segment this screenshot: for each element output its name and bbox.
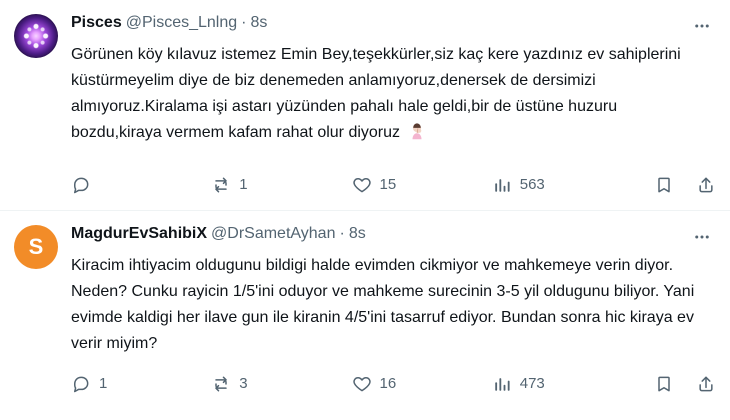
retweet-count: 3	[239, 375, 248, 392]
avatar[interactable]: S	[14, 225, 58, 269]
like-button[interactable]: 15	[352, 175, 424, 195]
user-handle[interactable]: @Pisces_Lnlng	[126, 12, 237, 34]
bookmark-button[interactable]	[654, 374, 674, 394]
view-count: 563	[519, 176, 545, 193]
separator-dot: ·	[241, 14, 247, 31]
heart-icon	[352, 374, 372, 394]
tweet-text: Kiracim ihtiyacim oldugunu bildigi halde…	[71, 257, 695, 352]
person-facepalming-emoji	[408, 122, 426, 140]
user-handle[interactable]: @DrSametAyhan	[211, 223, 335, 245]
more-icon	[695, 24, 709, 28]
bookmark-icon	[654, 175, 674, 195]
like-count: 15	[379, 176, 397, 193]
avatar-initial: S	[28, 234, 44, 259]
like-count: 16	[379, 375, 397, 392]
share-icon	[696, 374, 716, 394]
views-button[interactable]: 563	[492, 175, 586, 195]
reply-button[interactable]	[71, 175, 143, 195]
views-icon	[492, 374, 512, 394]
like-button[interactable]: 16	[352, 374, 424, 394]
views-button[interactable]: 473	[492, 374, 586, 394]
tweet-content: MagdurEvSahibiX @DrSametAyhan · 8s Kirac…	[71, 223, 696, 357]
reply-icon	[71, 175, 91, 195]
more-options-button[interactable]	[690, 16, 714, 36]
more-icon	[695, 235, 709, 239]
display-name[interactable]: MagdurEvSahibiX	[71, 223, 207, 245]
retweet-button[interactable]: 3	[211, 374, 283, 394]
retweet-icon	[211, 374, 231, 394]
tweet-text: Görünen köy kılavuz istemez Emin Bey,teş…	[71, 46, 681, 141]
tweet-body: Kiracim ihtiyacim oldugunu bildigi halde…	[71, 253, 696, 357]
reply-icon	[71, 374, 91, 394]
tweet-body: Görünen köy kılavuz istemez Emin Bey,teş…	[71, 42, 696, 146]
view-count: 473	[519, 375, 545, 392]
display-name[interactable]: Pisces	[71, 12, 122, 34]
avatar[interactable]	[14, 14, 58, 58]
timestamp[interactable]: 8s	[349, 223, 366, 245]
heart-icon	[352, 175, 372, 195]
timeline-feed: Pisces @Pisces_Lnlng · 8s Görünen köy kı…	[0, 0, 730, 420]
reply-button[interactable]: 1	[71, 374, 143, 394]
retweet-count: 1	[239, 176, 248, 193]
separator-dot: ·	[339, 225, 345, 242]
retweet-button[interactable]: 1	[211, 175, 283, 195]
tweet-utility-actions	[654, 175, 716, 195]
tweet-utility-actions	[654, 374, 716, 394]
tweet-content: Pisces @Pisces_Lnlng · 8s Görünen köy kı…	[71, 12, 696, 146]
more-options-button[interactable]	[690, 227, 714, 247]
bookmark-icon	[654, 374, 674, 394]
share-icon	[696, 175, 716, 195]
tweet-header: Pisces @Pisces_Lnlng · 8s	[71, 12, 696, 34]
retweet-icon	[211, 175, 231, 195]
views-icon	[492, 175, 512, 195]
tweet-actions: 1 15 563	[71, 171, 716, 199]
reply-count: 1	[99, 375, 108, 392]
share-button[interactable]	[696, 175, 716, 195]
tweet-card[interactable]: S MagdurEvSahibiX @DrSametAyhan · 8s Kir…	[0, 211, 730, 420]
share-button[interactable]	[696, 374, 716, 394]
tweet-card[interactable]: Pisces @Pisces_Lnlng · 8s Görünen köy kı…	[0, 0, 730, 211]
tweet-header: MagdurEvSahibiX @DrSametAyhan · 8s	[71, 223, 696, 245]
bookmark-button[interactable]	[654, 175, 674, 195]
timestamp[interactable]: 8s	[250, 12, 267, 34]
tweet-actions: 1 3 16 473	[71, 370, 716, 398]
